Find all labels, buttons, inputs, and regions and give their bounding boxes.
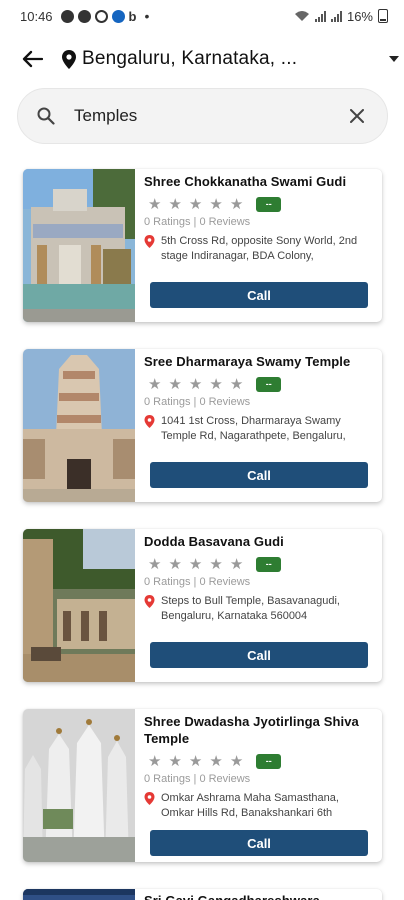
chat-icon (60, 9, 74, 23)
result-title: Sri Gavi Gangadhareshwara (144, 892, 372, 900)
dropdown-arrow-icon (389, 56, 399, 62)
location-pin-icon (144, 235, 155, 248)
location-pin-icon (144, 595, 155, 608)
address-text: Omkar Ashrama Maha Samasthana, Omkar Hil… (161, 792, 339, 819)
result-card[interactable]: Sri Gavi Gangadhareshwara (23, 889, 382, 900)
address-text: 1041 1st Cross, Dharmaraya Swamy Temple … (161, 415, 346, 442)
address-text: 5th Cross Rd, opposite Sony World, 2nd s… (161, 235, 358, 262)
star-icon: ★ (188, 555, 203, 573)
result-card[interactable]: Sree Dharmaraya Swamy Temple ★ ★ ★ ★ ★ -- 0 … (23, 349, 382, 502)
temple-photo (23, 709, 135, 862)
rating-row: ★ ★ ★ ★ ★ -- (144, 752, 372, 770)
signal-icon-2 (330, 10, 342, 22)
ratings-count: 0 Ratings | 0 Reviews (144, 773, 251, 785)
result-card[interactable]: Shree Chokkanatha Swami Gudi ★ ★ ★ ★ ★ -- 0 … (23, 169, 382, 322)
star-icon: ★ (209, 375, 223, 393)
call-button[interactable]: Call (150, 462, 368, 488)
address-row: Omkar Ashrama Maha Samasthana, Omkar Hil… (144, 791, 372, 820)
star-icon: ★ (168, 375, 182, 393)
close-icon (350, 109, 364, 123)
location-pin-icon (62, 49, 76, 69)
star-icon: ★ (229, 195, 244, 213)
back-button[interactable] (12, 39, 52, 79)
result-info: Shree Chokkanatha Swami Gudi ★ ★ ★ ★ ★ -- 0 … (144, 173, 372, 263)
star-icon: ★ (229, 375, 244, 393)
rating-badge: -- (256, 376, 282, 392)
battery-icon (378, 9, 388, 23)
star-icon: ★ (188, 195, 203, 213)
result-title: Sree Dharmaraya Swamy Temple (144, 354, 351, 369)
rating-row: ★ ★ ★ ★ ★ -- (144, 375, 372, 393)
star-icon: ★ (209, 752, 223, 770)
star-icon: ★ (148, 375, 162, 393)
location-dropdown-button[interactable] (384, 49, 404, 69)
battery-percent: 16% (346, 8, 373, 24)
address-text: Steps to Bull Temple, Basavanagudi, Beng… (161, 595, 340, 622)
result-title: Dodda Basavana Gudi (144, 534, 284, 549)
location-pin-icon (144, 415, 155, 428)
location-pin-icon (144, 792, 155, 805)
result-title: Shree Chokkanatha Swami Gudi (144, 174, 347, 189)
ratings-count: 0 Ratings | 0 Reviews (144, 396, 251, 408)
star-icon: ★ (148, 752, 162, 770)
search-input[interactable] (74, 106, 324, 126)
status-bar: 10:46 b • 16% (0, 0, 404, 32)
rating-badge: -- (256, 556, 282, 572)
search-icon (34, 104, 58, 128)
temple-photo (23, 889, 135, 900)
address-row: 1041 1st Cross, Dharmaraya Swamy Temple … (144, 414, 372, 443)
location-selector[interactable]: Bengaluru, Karnataka, ... (62, 48, 362, 70)
temple-photo (23, 169, 135, 322)
star-icon: ★ (168, 752, 182, 770)
star-icon: ★ (148, 195, 162, 213)
temple-photo (23, 349, 135, 502)
rating-row: ★ ★ ★ ★ ★ -- (144, 555, 372, 573)
result-info: Sree Dharmaraya Swamy Temple ★ ★ ★ ★ ★ -- 0 … (144, 353, 372, 443)
search-bar (17, 88, 388, 144)
result-card[interactable]: Dodda Basavana Gudi ★ ★ ★ ★ ★ -- 0 Ratings |… (23, 529, 382, 682)
star-icon: ★ (209, 555, 223, 573)
location-label: Bengaluru, Karnataka, ... (82, 48, 298, 69)
star-icon: ★ (168, 555, 182, 573)
star-icon: ★ (148, 555, 162, 573)
star-icon: ★ (168, 195, 182, 213)
result-title: Shree Dwadasha Jyotirlinga Shiva Temple (144, 714, 359, 746)
instagram-icon (94, 9, 108, 23)
star-icon: ★ (209, 195, 223, 213)
more-notifications-dot: • (144, 8, 150, 24)
ratings-count: 0 Ratings | 0 Reviews (144, 576, 251, 588)
rating-row: ★ ★ ★ ★ ★ -- (144, 195, 372, 213)
ratings-count: 0 Ratings | 0 Reviews (144, 216, 251, 228)
star-icon: ★ (229, 555, 244, 573)
star-icon: ★ (188, 752, 203, 770)
star-rating: ★ ★ ★ ★ ★ (148, 377, 243, 392)
wifi-icon (294, 11, 309, 21)
rating-badge: -- (256, 196, 282, 212)
call-button[interactable]: Call (150, 642, 368, 668)
signal-icon (314, 10, 326, 22)
notification-b-icon: b (128, 8, 137, 24)
star-rating: ★ ★ ★ ★ ★ (148, 557, 243, 572)
address-row: Steps to Bull Temple, Basavanagudi, Beng… (144, 594, 372, 623)
call-button[interactable]: Call (150, 830, 368, 856)
star-rating: ★ ★ ★ ★ ★ (148, 197, 243, 212)
arrow-left-icon (22, 50, 43, 68)
result-info: Dodda Basavana Gudi ★ ★ ★ ★ ★ -- 0 Ratings |… (144, 533, 372, 623)
facebook-icon (111, 9, 125, 23)
star-icon: ★ (229, 752, 244, 770)
result-info: Shree Dwadasha Jyotirlinga Shiva Temple … (144, 713, 372, 820)
temple-photo (23, 529, 135, 682)
rating-badge: -- (256, 753, 282, 769)
clear-search-button[interactable] (343, 102, 371, 130)
app-header: Bengaluru, Karnataka, ... (0, 38, 404, 80)
clock: 10:46 (20, 8, 53, 24)
call-button[interactable]: Call (150, 282, 368, 308)
snapchat-icon (77, 9, 91, 23)
result-info: Sri Gavi Gangadhareshwara (144, 892, 372, 900)
star-icon: ★ (188, 375, 203, 393)
star-rating: ★ ★ ★ ★ ★ (148, 754, 243, 769)
address-row: 5th Cross Rd, opposite Sony World, 2nd s… (144, 234, 372, 263)
result-card[interactable]: Shree Dwadasha Jyotirlinga Shiva Temple … (23, 709, 382, 862)
